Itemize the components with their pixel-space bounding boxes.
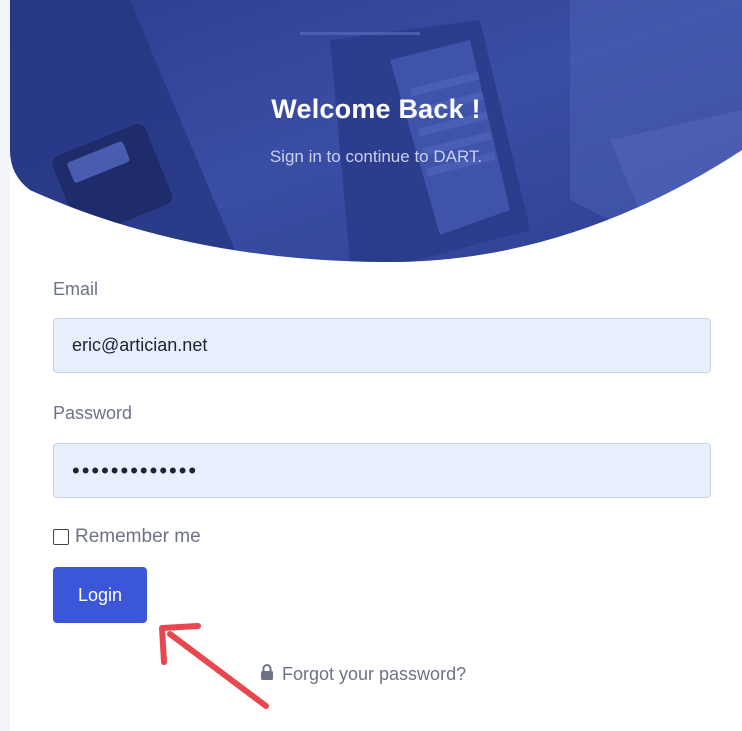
password-field[interactable]: ••••••••••••• bbox=[53, 443, 711, 498]
login-card: Welcome Back ! Sign in to continue to DA… bbox=[10, 0, 742, 731]
remember-label: Remember me bbox=[75, 526, 201, 547]
password-label: Password bbox=[53, 403, 133, 423]
hero-background bbox=[10, 0, 742, 262]
forgot-password-label: Forgot your password? bbox=[282, 664, 467, 684]
remember-me[interactable]: Remember me bbox=[53, 526, 201, 548]
email-field[interactable]: eric@artician.net bbox=[53, 318, 711, 373]
login-button[interactable]: Login bbox=[53, 567, 147, 623]
hero-title: Welcome Back ! bbox=[271, 94, 481, 124]
forgot-password-link[interactable]: Forgot your password? bbox=[260, 664, 466, 685]
lock-icon bbox=[260, 664, 274, 685]
email-label: Email bbox=[53, 279, 99, 299]
hero-banner: Welcome Back ! Sign in to continue to DA… bbox=[10, 0, 742, 262]
remember-checkbox[interactable] bbox=[53, 529, 69, 545]
hero-subtitle: Sign in to continue to DART. bbox=[269, 147, 483, 166]
